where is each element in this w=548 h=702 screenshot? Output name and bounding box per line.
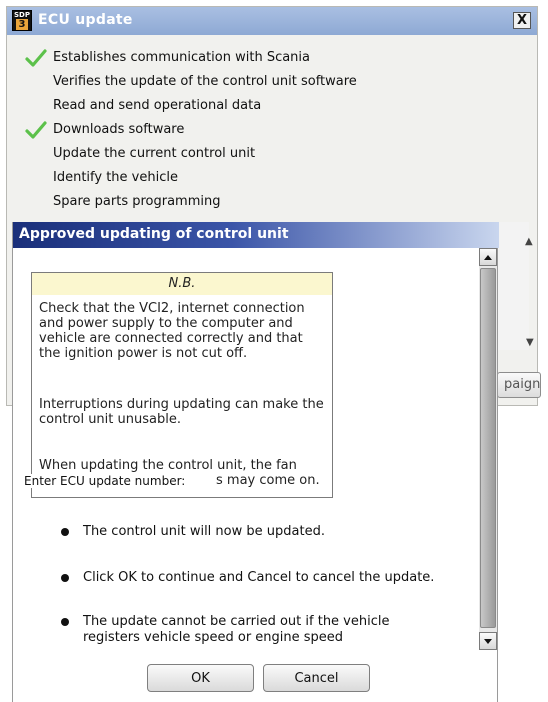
bg-scroll-down-icon[interactable]: ▼ bbox=[526, 337, 534, 348]
bullet-text: The update cannot be carried out if the … bbox=[83, 614, 390, 645]
campaign-button[interactable]: paign bbox=[497, 372, 541, 398]
dialog-title: Approved updating of control unit bbox=[19, 226, 289, 242]
step-label: Read and send operational data bbox=[53, 98, 262, 113]
bullet-dot bbox=[61, 618, 69, 626]
step-item: Identify the vehicle bbox=[7, 167, 527, 191]
note-paragraph-3: When updating the control unit, the fan bbox=[39, 458, 297, 473]
scroll-down-button[interactable] bbox=[479, 632, 497, 650]
close-button[interactable]: X bbox=[513, 12, 531, 29]
ecu-number-label: Enter ECU update number: bbox=[22, 474, 188, 488]
window-title: ECU update bbox=[38, 12, 133, 28]
approved-update-dialog: Approved updating of control unit N.B. C… bbox=[12, 222, 499, 702]
step-item: Read and send operational data bbox=[7, 95, 527, 119]
note-paragraph-3-cont: s may come on. bbox=[216, 473, 320, 488]
step-item: Establishes communication with Scania bbox=[7, 47, 527, 71]
bullet-dot bbox=[61, 528, 69, 536]
step-item: Update the current control unit bbox=[7, 143, 527, 167]
step-label: Spare parts programming bbox=[53, 194, 221, 209]
note-header: N.B. bbox=[32, 273, 332, 295]
checkmark-icon bbox=[25, 49, 47, 67]
dialog-scrollbar[interactable] bbox=[479, 248, 497, 650]
bg-scroll-up-icon[interactable]: ▲ bbox=[525, 236, 533, 247]
sdp3-logo-icon: SDP 3 bbox=[12, 10, 32, 31]
logo-text-sdp: SDP bbox=[14, 11, 30, 19]
note-paragraph-1: Check that the VCI2, internet connection… bbox=[39, 301, 305, 361]
arrow-up-icon bbox=[484, 255, 492, 260]
step-item: Spare parts programming bbox=[7, 191, 527, 215]
ok-button[interactable]: OK bbox=[147, 664, 254, 692]
scroll-up-button[interactable] bbox=[479, 248, 497, 266]
step-label: Identify the vehicle bbox=[53, 170, 178, 185]
bullet-dot bbox=[61, 574, 69, 582]
logo-text-3: 3 bbox=[16, 19, 28, 30]
checkmark-icon bbox=[25, 121, 47, 139]
window-titlebar[interactable]: SDP 3 ECU update X bbox=[7, 7, 537, 35]
step-label: Establishes communication with Scania bbox=[53, 50, 311, 65]
bullet-text: The control unit will now be updated. bbox=[83, 524, 325, 539]
step-label: Update the current control unit bbox=[53, 146, 256, 161]
step-item: Verifies the update of the control unit … bbox=[7, 71, 527, 95]
note-paragraph-2: Interruptions during updating can make t… bbox=[39, 397, 324, 427]
step-label: Downloads software bbox=[53, 122, 185, 137]
step-item: Downloads software bbox=[7, 119, 527, 143]
arrow-down-icon bbox=[484, 639, 492, 644]
step-label: Verifies the update of the control unit … bbox=[53, 74, 357, 89]
nb-note-box: N.B. Check that the VCI2, internet conne… bbox=[31, 272, 333, 498]
cancel-button[interactable]: Cancel bbox=[263, 664, 370, 692]
bullet-text: Click OK to continue and Cancel to cance… bbox=[83, 570, 435, 585]
scroll-thumb[interactable] bbox=[480, 268, 496, 628]
dialog-titlebar[interactable]: Approved updating of control unit bbox=[13, 222, 499, 248]
